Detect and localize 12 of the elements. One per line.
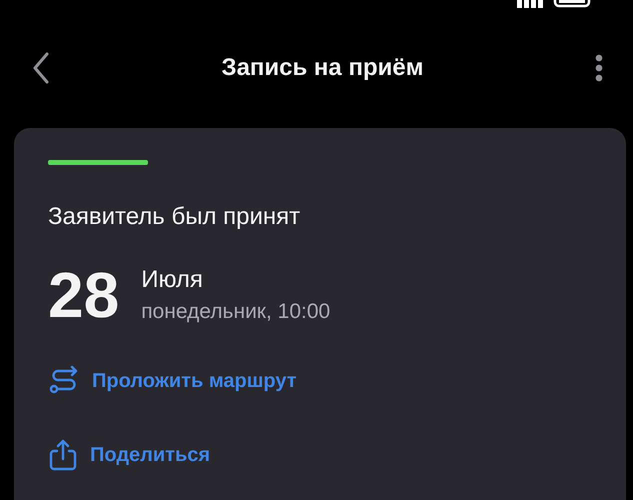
weekday-time: понедельник, 10:00 xyxy=(141,300,330,324)
battery-icon xyxy=(553,0,591,8)
more-button[interactable] xyxy=(595,54,603,82)
share-link[interactable]: Поделиться xyxy=(48,439,626,471)
status-text: Заявитель был принят xyxy=(48,203,302,231)
month-label: Июля xyxy=(141,266,204,294)
share-icon xyxy=(48,439,78,471)
screen-title: Запись на приём xyxy=(222,54,424,82)
back-button[interactable] xyxy=(32,52,50,84)
route-link[interactable]: Проложить маршрут xyxy=(48,365,626,397)
signal-icon xyxy=(517,0,545,8)
day-number: 28 xyxy=(48,263,120,327)
